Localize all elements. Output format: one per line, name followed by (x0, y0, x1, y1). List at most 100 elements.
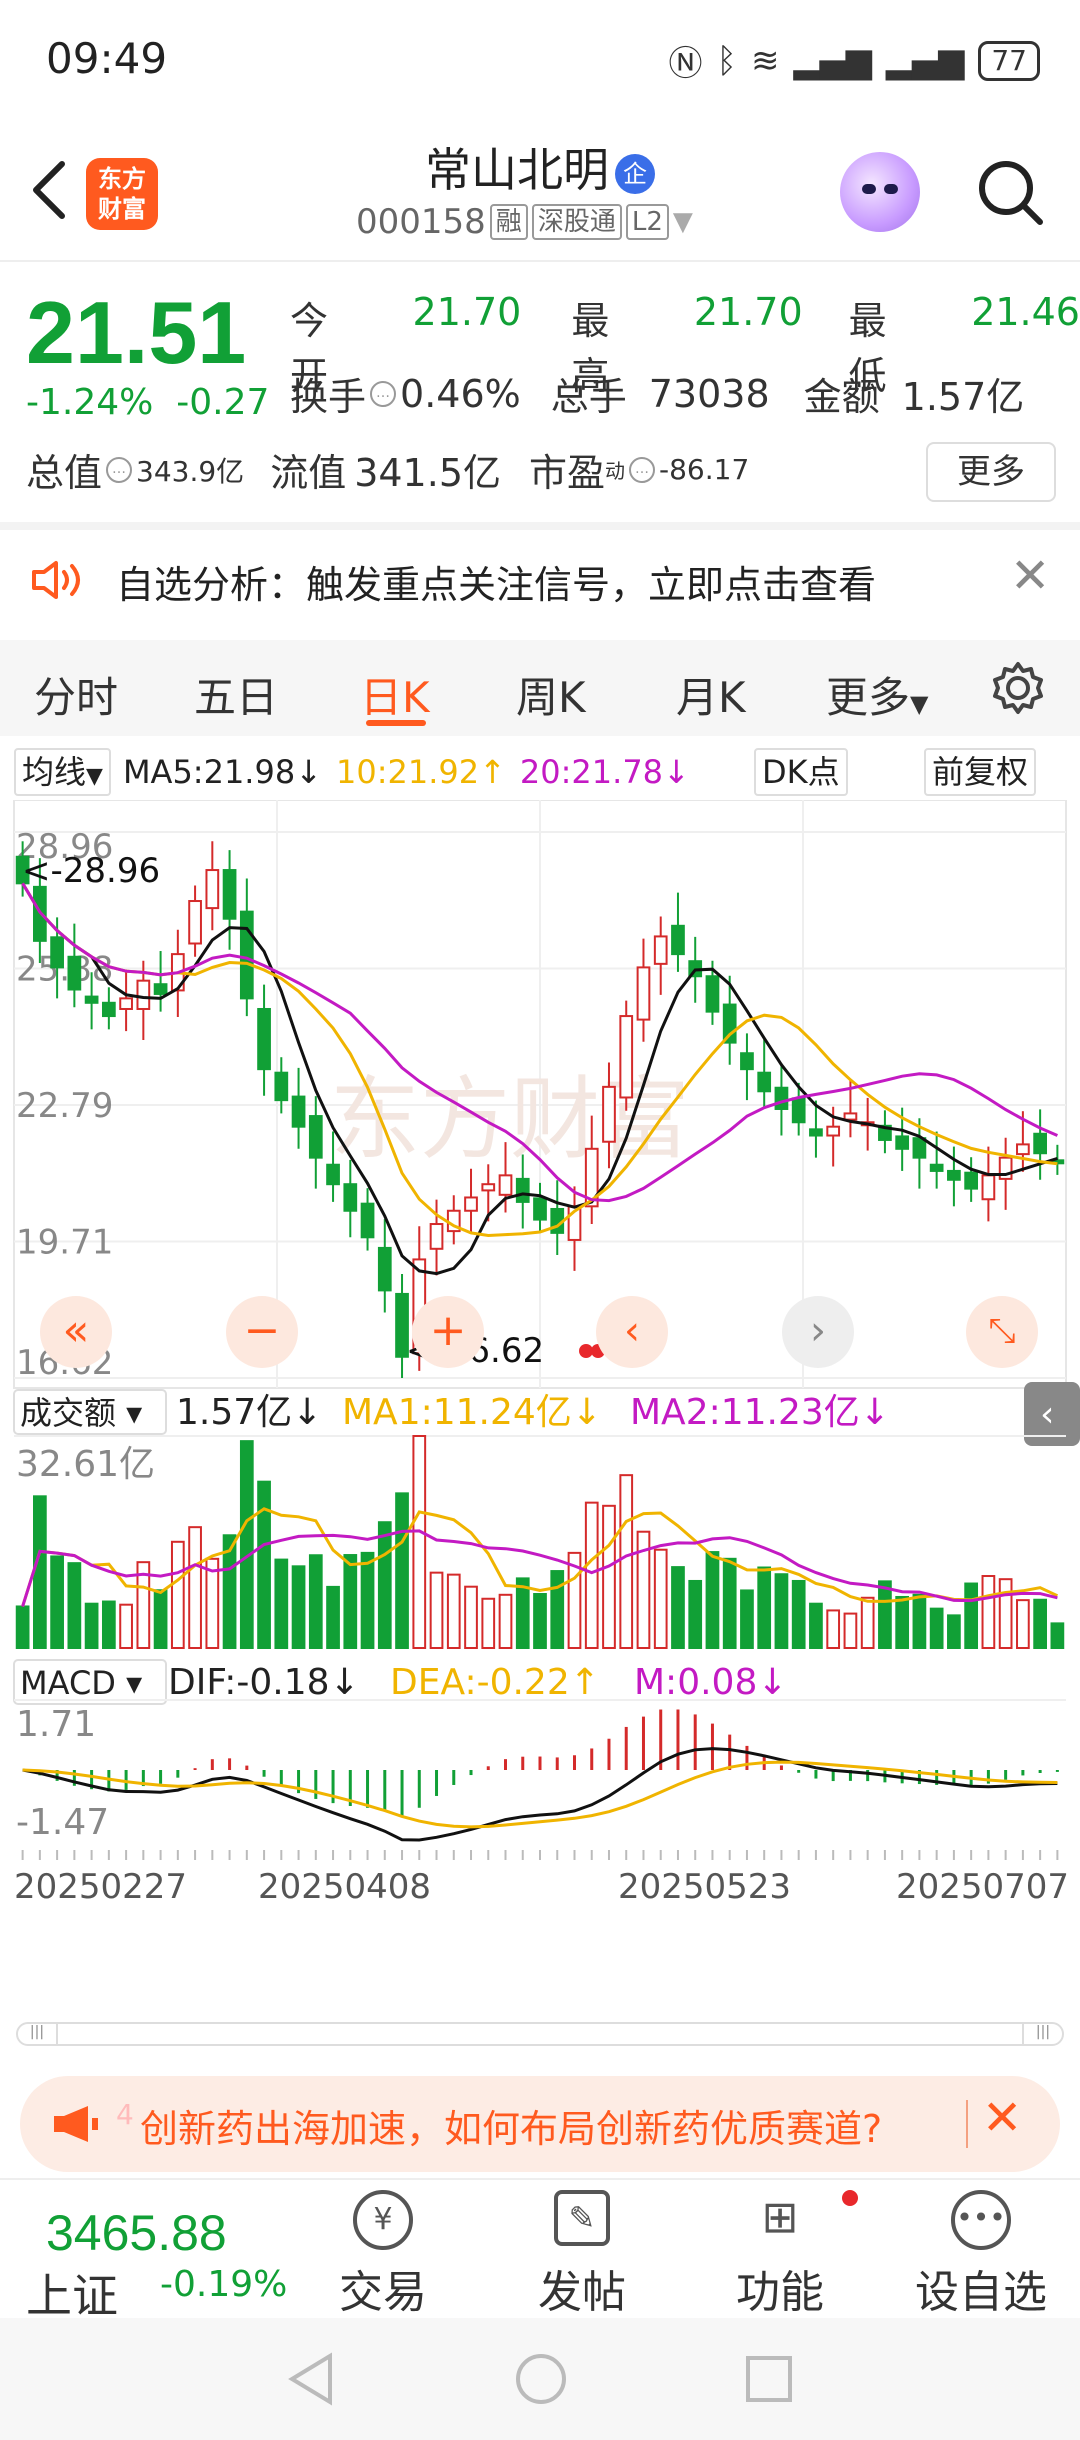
volume-value: 73038 (648, 371, 770, 416)
mcap-value: 343.9亿 (136, 454, 245, 488)
zoom-out-icon[interactable]: − (226, 1296, 298, 1368)
info-icon[interactable]: … (629, 456, 656, 483)
candle-body (722, 1003, 737, 1044)
candle-body (843, 1112, 858, 1121)
scroll-handle-left[interactable]: ||| (18, 2024, 58, 2044)
close-icon[interactable]: ✕ (1010, 548, 1050, 604)
zoom-in-icon[interactable]: + (412, 1296, 484, 1368)
macd-m: M:0.08↓ (634, 1662, 788, 1703)
info-icon[interactable]: … (370, 380, 397, 407)
nfc-icon: Ⓝ (668, 44, 703, 84)
change-value: -0.27 (176, 382, 270, 423)
candle-body (481, 1183, 496, 1192)
ma20-value: 20:21.78↓ (519, 753, 690, 791)
candle-body (360, 1202, 375, 1239)
amount-value: 1.57亿 (901, 375, 1025, 419)
speaker-icon (32, 561, 80, 599)
bluetooth-icon: ᛒ (716, 40, 737, 81)
dropdown-icon[interactable]: ▼ (673, 207, 693, 237)
settings-icon[interactable] (988, 658, 1048, 718)
scroll-handle-right[interactable]: ||| (1022, 2024, 1062, 2044)
candle-body (895, 1135, 910, 1150)
volume-bar (446, 1573, 461, 1650)
candle-body (533, 1197, 547, 1221)
candle-body (757, 1071, 772, 1093)
price-change: -1.24% -0.27 (26, 382, 269, 423)
volume-bar (67, 1562, 82, 1650)
volume-bar (533, 1593, 547, 1649)
candle-body (84, 995, 99, 1004)
macd-top-label: 1.71 (16, 1704, 96, 1745)
index-name[interactable]: 上证 (26, 2260, 118, 2326)
candle-body (188, 900, 202, 945)
adjust-button[interactable]: 前复权 (924, 748, 1037, 796)
volume-bar (809, 1602, 823, 1649)
kline-chart[interactable]: 东方财富28.9625.8822.7919.7116.62<-28.96<-16… (0, 800, 1080, 2020)
megaphone-icon (54, 2106, 98, 2142)
candle-body (343, 1183, 358, 1212)
dk-point-button[interactable]: DK点 (754, 748, 848, 796)
y-tick-label: 19.71 (16, 1222, 113, 1262)
volume-bar (170, 1540, 185, 1650)
stock-name-text: 常山北明 (425, 143, 609, 197)
tab-monthly-k[interactable]: 月K (676, 664, 746, 725)
nav-add-watchlist-label: 设自选 (915, 2267, 1047, 2318)
tab-more[interactable]: 更多▼ (826, 664, 928, 725)
nav-add-watchlist[interactable]: ••• 设自选 (906, 2190, 1056, 2320)
last-price: 21.51 (26, 283, 247, 382)
volume-bar (274, 1558, 289, 1650)
alert-banner[interactable]: 自选分析：触发重点关注信号，立即点击查看 ✕ (0, 530, 1080, 626)
tab-weekly-k[interactable]: 周K (516, 664, 586, 725)
enterprise-badge: 企 (615, 153, 655, 194)
home-circle-icon[interactable] (514, 2352, 568, 2406)
volume-bar (998, 1578, 1013, 1649)
promo-banner[interactable]: 4 创新药出海加速，如何布局创新药优质赛道? ✕ (20, 2076, 1060, 2172)
volume-bar (981, 1575, 996, 1650)
info-icon[interactable]: … (106, 456, 133, 483)
volume-max-label: 32.61亿 (16, 1444, 155, 1485)
fullscreen-icon[interactable]: ⤡ (966, 1296, 1038, 1368)
candle-body (119, 997, 133, 1010)
volume-bar (929, 1607, 944, 1649)
tab-five-day[interactable]: 五日 (194, 664, 278, 725)
candle-body (239, 910, 254, 1000)
candle-body (515, 1177, 530, 1203)
assistant-avatar-icon[interactable] (840, 152, 920, 232)
tab-daily-k[interactable]: 日K (360, 664, 430, 725)
chart-scrollbar[interactable]: ||| ||| (16, 2022, 1064, 2046)
index-value[interactable]: 3465.88 (46, 2204, 227, 2262)
candle-body (153, 983, 168, 995)
nav-trade[interactable]: ¥ 交易 (338, 2190, 428, 2320)
active-tab-indicator (366, 720, 426, 726)
back-triangle-icon[interactable] (286, 2352, 336, 2406)
volume-bar (343, 1554, 358, 1650)
quote-row-3: 总值 … 343.9亿 流值 341.5亿 市盈 动 … -86.17 (26, 442, 749, 497)
volume-bar (308, 1554, 323, 1649)
tag-margin: 融 (489, 204, 528, 240)
more-button[interactable]: 更多 (926, 442, 1056, 502)
candle-body (826, 1125, 841, 1137)
next-icon[interactable]: › (782, 1296, 854, 1368)
search-button[interactable] (974, 156, 1046, 228)
jump-start-icon[interactable]: « (40, 1296, 112, 1368)
volume-bar (860, 1596, 875, 1650)
candle-body (774, 1086, 789, 1110)
prev-icon[interactable]: ‹ (596, 1296, 668, 1368)
index-pct[interactable]: -0.19% (160, 2264, 287, 2305)
volume-bar (843, 1612, 858, 1649)
stock-header: 东方 财富 常山北明企 000158 融 深股通 L2 ▼ (0, 120, 1080, 260)
volume-bar (653, 1548, 668, 1650)
recents-square-icon[interactable] (744, 2354, 794, 2404)
yuan-icon: ¥ (353, 2190, 413, 2250)
volume-bar (1050, 1622, 1065, 1649)
nav-function[interactable]: ⊞ 功能 (730, 2190, 858, 2320)
ma-selector[interactable]: 均线▼ (14, 748, 111, 796)
volume-bar (964, 1582, 979, 1649)
candle-body (1016, 1143, 1030, 1156)
tab-intraday[interactable]: 分时 (34, 664, 118, 725)
nav-post[interactable]: ✎ 发帖 (532, 2190, 632, 2320)
volume-bar (671, 1566, 685, 1649)
close-icon[interactable]: ✕ (982, 2090, 1022, 2146)
volume-bar (464, 1585, 478, 1649)
wifi-icon: ≋ (750, 40, 780, 81)
